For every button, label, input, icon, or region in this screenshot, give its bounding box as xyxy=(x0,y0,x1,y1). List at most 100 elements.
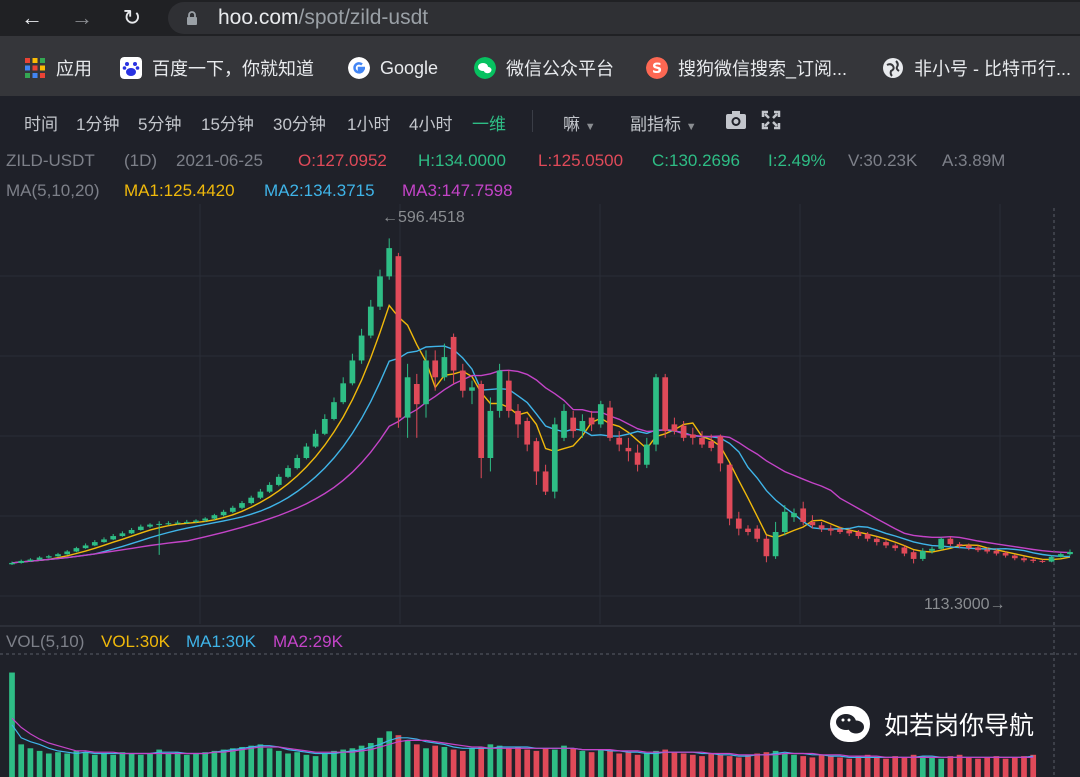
interval-1min[interactable]: 1分钟 xyxy=(76,110,119,135)
candle-body xyxy=(735,518,742,529)
interval-5min[interactable]: 5分钟 xyxy=(138,110,181,135)
volume-bar xyxy=(634,754,641,777)
candle-body xyxy=(202,518,209,521)
interval-15min[interactable]: 15分钟 xyxy=(201,110,254,135)
candle-body xyxy=(643,444,650,465)
volume-bar xyxy=(119,752,126,777)
bookmark-sogou[interactable]: S 搜狗微信搜索_订阅... xyxy=(646,56,847,80)
candle-body xyxy=(285,468,291,477)
candle-body xyxy=(763,538,770,557)
candle-body xyxy=(827,528,834,531)
chart-grid xyxy=(0,204,1080,624)
candle-body xyxy=(193,520,199,522)
vol-ma1-value: MA1:30K xyxy=(186,632,256,651)
candle-body xyxy=(128,529,135,534)
candle-body xyxy=(984,549,991,552)
volume-bar xyxy=(754,753,761,777)
candle-body xyxy=(993,550,1000,554)
candle-body xyxy=(505,380,512,411)
volume-bar xyxy=(441,746,448,777)
info-period: (1D) xyxy=(124,151,158,170)
interval-1d[interactable]: 一维 xyxy=(472,110,506,135)
volume-bar xyxy=(469,748,475,777)
volume-bar xyxy=(726,756,733,777)
indicator-label: 嘛 xyxy=(563,115,580,134)
bookmark-wechat[interactable]: 微信公众平台 xyxy=(474,56,614,80)
volume-bar xyxy=(266,748,273,777)
kline-chart[interactable] xyxy=(0,146,1080,777)
address-bar[interactable]: hoo.com/spot/zild-usdt xyxy=(168,2,1080,34)
bookmarks-bar: 应用 百度一下，你就知道 Google 微信公众平台 S 搜狗微信搜索_订阅..… xyxy=(0,36,1080,96)
globe-icon xyxy=(883,58,903,78)
candle-body xyxy=(257,491,264,498)
candle-body xyxy=(441,357,448,378)
candle-body xyxy=(321,418,328,434)
bookmark-baidu[interactable]: 百度一下，你就知道 xyxy=(120,56,314,80)
vol-value: VOL:30K xyxy=(101,632,170,651)
candle-body xyxy=(551,424,558,492)
volume-bar xyxy=(763,752,770,777)
browser-topbar: ← → ↻ hoo.com/spot/zild-usdt xyxy=(0,0,1080,36)
volume-bar xyxy=(303,754,310,777)
bookmark-label: 微信公众平台 xyxy=(506,59,614,79)
volume-bar xyxy=(699,756,705,777)
candle-body xyxy=(459,370,466,391)
camera-icon[interactable] xyxy=(725,110,747,130)
candle-body xyxy=(515,410,521,425)
forward-arrow-icon[interactable]: → xyxy=(68,4,96,32)
back-arrow-icon[interactable]: ← xyxy=(18,4,46,32)
candle-body xyxy=(220,511,227,516)
candle-body xyxy=(1067,552,1073,555)
volume-bar xyxy=(174,752,181,777)
volume-bar xyxy=(137,754,144,777)
candle-body xyxy=(101,539,107,543)
candle-body xyxy=(478,384,485,458)
volume-bar xyxy=(18,744,25,777)
volume-bar xyxy=(386,731,393,777)
bookmark-label: 百度一下，你就知道 xyxy=(152,59,314,79)
fullscreen-icon[interactable] xyxy=(761,110,781,130)
candle-body xyxy=(266,484,273,492)
volume-bar xyxy=(423,748,429,777)
sub-indicator-dropdown[interactable]: 副指标 ▼ xyxy=(630,110,697,135)
volume-bar xyxy=(496,745,503,777)
volume-bar xyxy=(901,757,908,777)
candle-body xyxy=(9,562,15,565)
candle-body xyxy=(303,446,310,458)
volume-bar xyxy=(432,745,439,777)
candle-body xyxy=(55,554,61,557)
interval-30min[interactable]: 30分钟 xyxy=(273,110,326,135)
candle-body xyxy=(533,441,540,472)
volume-bar xyxy=(837,757,843,777)
volume-bar xyxy=(73,750,80,777)
interval-1h[interactable]: 1小时 xyxy=(347,110,390,135)
volume-bar xyxy=(202,752,209,777)
indicator-dropdown[interactable]: 嘛 ▼ xyxy=(563,110,596,135)
volume-bar xyxy=(340,749,347,777)
bookmark-feixiaohao[interactable]: 非小号 - 比特币行... xyxy=(882,56,1071,80)
interval-4h[interactable]: 4小时 xyxy=(409,110,452,135)
volume-bar xyxy=(671,752,678,777)
chevron-down-icon: ▼ xyxy=(584,121,596,133)
volume-bar xyxy=(285,753,291,777)
candle-body xyxy=(469,387,475,391)
chart-toolbar: 时间 1分钟 5分钟 15分钟 30分钟 1小时 4小时 一维 嘛 ▼ 副指标 … xyxy=(0,96,1080,146)
volume-bar xyxy=(229,748,236,777)
sogou-icon: S xyxy=(646,57,668,79)
bookmark-label: Google xyxy=(380,57,439,78)
candle-body xyxy=(147,524,153,527)
reload-icon[interactable]: ↻ xyxy=(118,4,146,32)
candle-body xyxy=(174,522,181,524)
candle-body xyxy=(377,276,383,307)
volume-bar xyxy=(275,750,282,777)
candle-body xyxy=(1057,554,1064,557)
bookmark-google[interactable]: Google xyxy=(348,56,438,80)
volume-bar xyxy=(662,749,669,777)
ma-label: MA(5,10,20) xyxy=(6,181,100,200)
bookmark-apps[interactable]: 应用 xyxy=(24,56,92,80)
volume-bar xyxy=(45,753,52,777)
ma2-value: MA2:134.3715 xyxy=(264,181,375,200)
candle-body xyxy=(947,538,954,545)
interval-time[interactable]: 时间 xyxy=(24,110,58,135)
kline-chart-area[interactable]: ZILD-USDT (1D) 2021-06-25 O:127.0952 H:1… xyxy=(0,146,1080,777)
